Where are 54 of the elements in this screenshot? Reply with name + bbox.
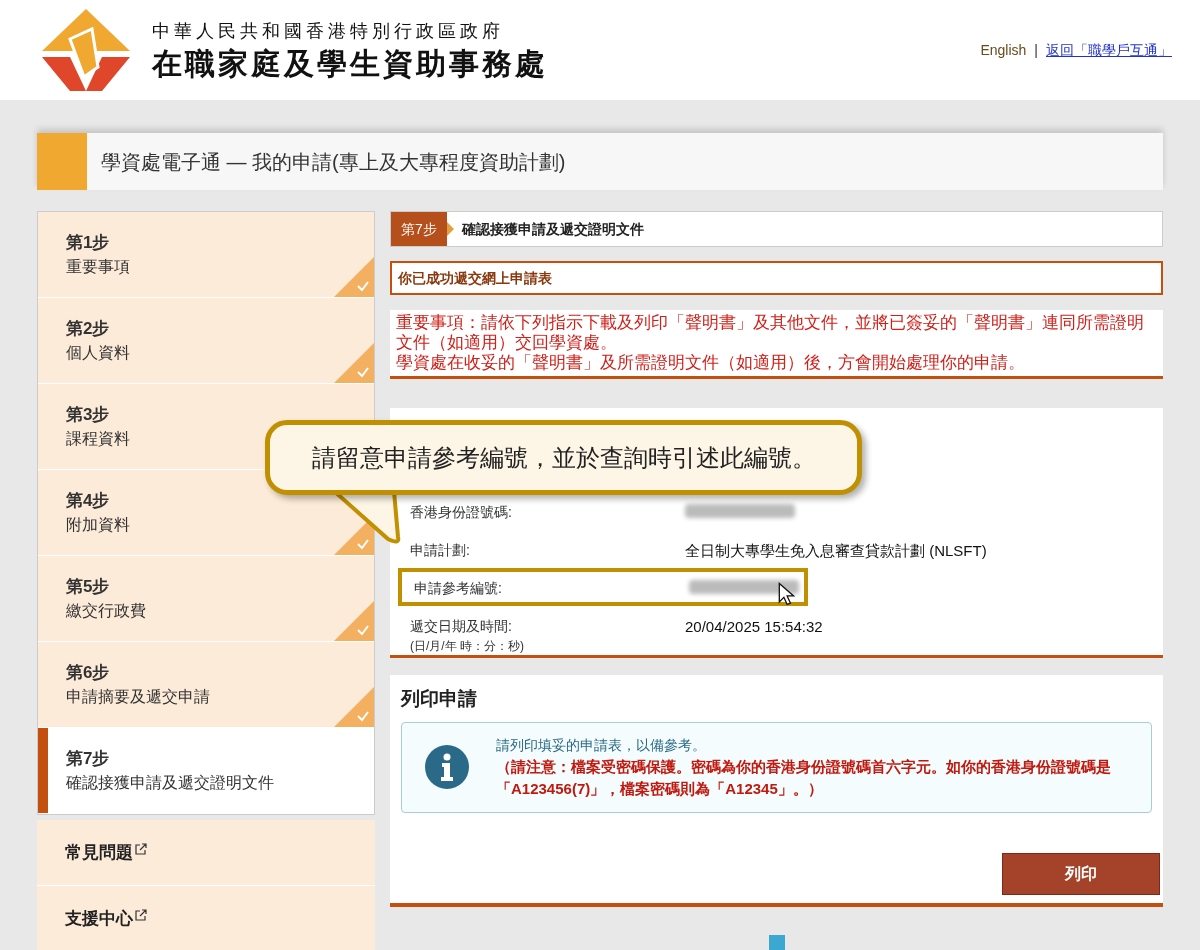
government-name: 中華人民共和國香港特別行政區政府 <box>152 19 505 43</box>
field-label: 申請參考編號: <box>414 579 502 598</box>
back-link[interactable]: 返回「職學戶互通」 <box>1046 39 1172 61</box>
check-icon <box>334 687 374 727</box>
info-text: 請列印填妥的申請表，以備參考。 <box>496 735 707 755</box>
step-item[interactable]: 第1步 重要事項 <box>38 212 374 298</box>
field-hint: (日/月/年 時：分：秒) <box>410 638 524 655</box>
step-label: 重要事項 <box>66 257 130 278</box>
field-label: 申請計劃: <box>410 541 470 560</box>
field-label: 遞交日期及時間: <box>410 617 512 636</box>
link-separator: | <box>1034 40 1038 60</box>
step-label: 課程資料 <box>66 429 130 450</box>
office-name: 在職家庭及學生資助事務處 <box>152 45 548 82</box>
check-icon <box>334 601 374 641</box>
page-title: 學資處電子通 — 我的申請(專上及大專程度資助計劃) <box>101 149 566 175</box>
step-number: 第1步 <box>66 231 110 254</box>
step-label: 繳交行政費 <box>66 601 146 622</box>
step-number: 第6步 <box>66 661 110 684</box>
check-icon <box>334 343 374 383</box>
step-number: 第7步 <box>66 747 110 770</box>
print-button[interactable]: 列印 <box>1002 852 1160 895</box>
field-label: 香港身份證號碼: <box>410 503 512 522</box>
step-number: 第3步 <box>66 403 110 426</box>
step-item[interactable]: 第2步 個人資料 <box>38 298 374 384</box>
info-icon <box>424 744 470 790</box>
title-accent <box>37 133 87 190</box>
field-value: 20/04/2025 15:54:32 <box>685 617 823 637</box>
step-title: 確認接獲申請及遞交證明文件 <box>461 219 644 239</box>
external-link-icon <box>135 908 147 921</box>
step-label: 附加資料 <box>66 515 130 536</box>
notice-text: 學資處在收妥的「聲明書」及所需證明文件（如適用）後，方會開始處理你的申請。 <box>396 352 1026 372</box>
help-link[interactable]: 常見問題 <box>37 820 375 886</box>
step-number: 第2步 <box>66 317 110 340</box>
step-label: 確認接獲申請及遞交證明文件 <box>66 773 274 794</box>
success-message: 你已成功遞交網上申請表 <box>390 261 1163 295</box>
section-title: 列印申請 <box>401 687 478 711</box>
step-badge: 第7步 <box>391 212 447 246</box>
external-link-icon <box>135 842 147 855</box>
check-icon <box>334 257 374 297</box>
step-number: 第4步 <box>66 489 110 512</box>
step-item[interactable]: 第7步 確認接獲申請及遞交證明文件 <box>38 728 374 814</box>
logo-icon <box>40 7 132 93</box>
mouse-cursor-icon <box>778 582 795 606</box>
language-link[interactable]: English <box>980 39 1027 61</box>
badge-arrow-icon <box>446 222 454 236</box>
step-label: 申請摘要及遞交申請 <box>66 687 210 708</box>
notice-text: 重要事項：請依下列指示下載及列印「聲明書」及其他文件，並將已簽妥的「聲明書」連同所需證明文件（如適用）交回學資處。 <box>396 312 1145 352</box>
field-value: 全日制大專學生免入息審查貸款計劃 (NLSFT) <box>685 541 987 561</box>
step-item[interactable]: 第5步 繳交行政費 <box>38 556 374 642</box>
step-label: 個人資料 <box>66 343 130 364</box>
help-link[interactable]: 支援中心 <box>37 886 375 950</box>
step-number: 第5步 <box>66 575 110 598</box>
password-warning: （請注意：檔案受密碼保護。密碼為你的香港身份證號碼首六字元。如你的香港身份證號碼是「A123456(7)」，檔案密碼則為「A12345」。） <box>496 756 1112 799</box>
step-item[interactable]: 第6步 申請摘要及遞交申請 <box>38 642 374 728</box>
